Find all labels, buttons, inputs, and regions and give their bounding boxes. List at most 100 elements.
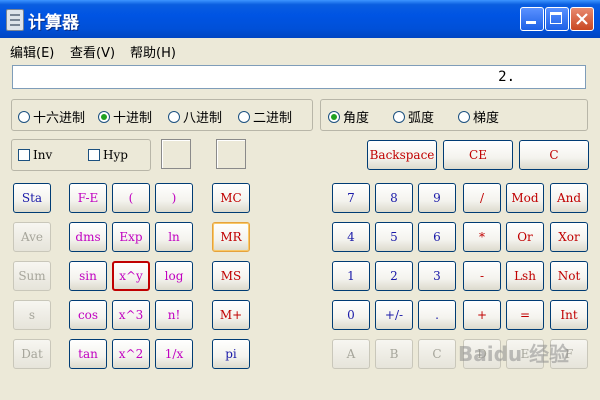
negate-button[interactable]: +/- xyxy=(375,300,413,330)
maximize-button[interactable] xyxy=(545,7,569,31)
x-squared-button[interactable]: x^2 xyxy=(112,339,150,369)
title-bar[interactable]: 计算器 xyxy=(0,0,600,38)
menu-bar: 编辑(E) 查看(V) 帮助(H) xyxy=(0,38,600,61)
close-paren-button[interactable]: ) xyxy=(155,183,193,213)
radio-degrees[interactable]: 角度 xyxy=(328,107,369,126)
calculator-window: 计算器 编辑(E) 查看(V) 帮助(H) 2. 十六进制 十进制 八进制 二进… xyxy=(0,0,600,400)
open-paren-button[interactable]: ( xyxy=(112,183,150,213)
minimize-icon xyxy=(526,21,536,24)
digit-2-button[interactable]: 2 xyxy=(375,261,413,291)
radio-hex[interactable]: 十六进制 xyxy=(18,107,85,126)
pi-button[interactable]: pi xyxy=(212,339,250,369)
mc-button[interactable]: MC xyxy=(212,183,250,213)
x-cubed-button[interactable]: x^3 xyxy=(112,300,150,330)
checkbox-box xyxy=(88,149,100,161)
checkbox-label: Hyp xyxy=(103,148,128,162)
radio-grads[interactable]: 梯度 xyxy=(458,107,499,126)
parenthesis-indicator xyxy=(161,139,191,169)
divide-button[interactable]: / xyxy=(463,183,501,213)
radio-circle xyxy=(18,110,30,123)
subtract-button[interactable]: - xyxy=(463,261,501,291)
or-button[interactable]: Or xyxy=(506,222,544,252)
int-button[interactable]: Int xyxy=(550,300,588,330)
digit-1-button[interactable]: 1 xyxy=(332,261,370,291)
menu-help[interactable]: 帮助(H) xyxy=(130,42,176,61)
tan-button[interactable]: tan xyxy=(69,339,107,369)
radio-circle-selected xyxy=(98,110,110,123)
radio-label: 二进制 xyxy=(253,111,293,126)
sum-button[interactable]: Sum xyxy=(13,261,51,291)
radio-label: 八进制 xyxy=(183,111,223,126)
multiply-button[interactable]: * xyxy=(463,222,501,252)
log-button[interactable]: log xyxy=(155,261,193,291)
radio-label: 弧度 xyxy=(408,111,435,126)
menu-view[interactable]: 查看(V) xyxy=(70,42,115,61)
menu-edit[interactable]: 编辑(E) xyxy=(10,42,54,61)
mr-button[interactable]: MR xyxy=(212,222,250,252)
add-button[interactable]: + xyxy=(463,300,501,330)
hex-a-button[interactable]: A xyxy=(332,339,370,369)
xor-button[interactable]: Xor xyxy=(550,222,588,252)
radio-label: 角度 xyxy=(343,111,370,126)
factorial-button[interactable]: n! xyxy=(155,300,193,330)
radio-label: 十六进制 xyxy=(33,111,86,126)
close-icon xyxy=(576,13,588,25)
sta-button[interactable]: Sta xyxy=(13,183,51,213)
display-value: 2. xyxy=(498,69,515,85)
number-base-group: 十六进制 十进制 八进制 二进制 xyxy=(11,99,313,131)
digit-4-button[interactable]: 4 xyxy=(332,222,370,252)
digit-7-button[interactable]: 7 xyxy=(332,183,370,213)
checkbox-hyp[interactable]: Hyp xyxy=(88,148,128,162)
x-pow-y-button[interactable]: x^y xyxy=(112,261,150,291)
lsh-button[interactable]: Lsh xyxy=(506,261,544,291)
digit-0-button[interactable]: 0 xyxy=(332,300,370,330)
m-plus-button[interactable]: M+ xyxy=(212,300,250,330)
radio-circle xyxy=(393,110,405,123)
radio-oct[interactable]: 八进制 xyxy=(168,107,222,126)
dat-button[interactable]: Dat xyxy=(13,339,51,369)
digit-3-button[interactable]: 3 xyxy=(418,261,456,291)
s-button[interactable]: s xyxy=(13,300,51,330)
exp-button[interactable]: Exp xyxy=(112,222,150,252)
dms-button[interactable]: dms xyxy=(69,222,107,252)
hex-b-button[interactable]: B xyxy=(375,339,413,369)
hex-c-button[interactable]: C xyxy=(418,339,456,369)
close-button[interactable] xyxy=(570,7,594,31)
ms-button[interactable]: MS xyxy=(212,261,250,291)
cos-button[interactable]: cos xyxy=(69,300,107,330)
inv-hyp-group: Inv Hyp xyxy=(11,139,151,171)
digit-6-button[interactable]: 6 xyxy=(418,222,456,252)
clear-button[interactable]: C xyxy=(519,140,589,170)
minimize-button[interactable] xyxy=(520,7,544,31)
digit-9-button[interactable]: 9 xyxy=(418,183,456,213)
checkbox-inv[interactable]: Inv xyxy=(18,148,52,162)
sin-button[interactable]: sin xyxy=(69,261,107,291)
and-button[interactable]: And xyxy=(550,183,588,213)
checkbox-label: Inv xyxy=(33,148,53,162)
maximize-icon xyxy=(550,12,562,24)
angle-unit-group: 角度 弧度 梯度 xyxy=(320,99,588,131)
ave-button[interactable]: Ave xyxy=(13,222,51,252)
radio-circle xyxy=(238,110,250,123)
digit-5-button[interactable]: 5 xyxy=(375,222,413,252)
radio-radians[interactable]: 弧度 xyxy=(393,107,434,126)
decimal-button[interactable]: . xyxy=(418,300,456,330)
radio-circle xyxy=(168,110,180,123)
radio-circle xyxy=(458,110,470,123)
watermark: Baidu 经验 xyxy=(458,342,570,366)
clear-entry-button[interactable]: CE xyxy=(443,140,513,170)
memory-indicator xyxy=(216,139,246,169)
fe-button[interactable]: F-E xyxy=(69,183,107,213)
equals-button[interactable]: = xyxy=(506,300,544,330)
reciprocal-button[interactable]: 1/x xyxy=(155,339,193,369)
not-button[interactable]: Not xyxy=(550,261,588,291)
ln-button[interactable]: ln xyxy=(155,222,193,252)
mod-button[interactable]: Mod xyxy=(506,183,544,213)
window-title: 计算器 xyxy=(28,13,79,33)
radio-label: 梯度 xyxy=(473,111,500,126)
backspace-button[interactable]: Backspace xyxy=(367,140,437,170)
radio-bin[interactable]: 二进制 xyxy=(238,107,292,126)
result-display[interactable]: 2. xyxy=(12,65,586,89)
radio-dec[interactable]: 十进制 xyxy=(98,107,152,126)
digit-8-button[interactable]: 8 xyxy=(375,183,413,213)
